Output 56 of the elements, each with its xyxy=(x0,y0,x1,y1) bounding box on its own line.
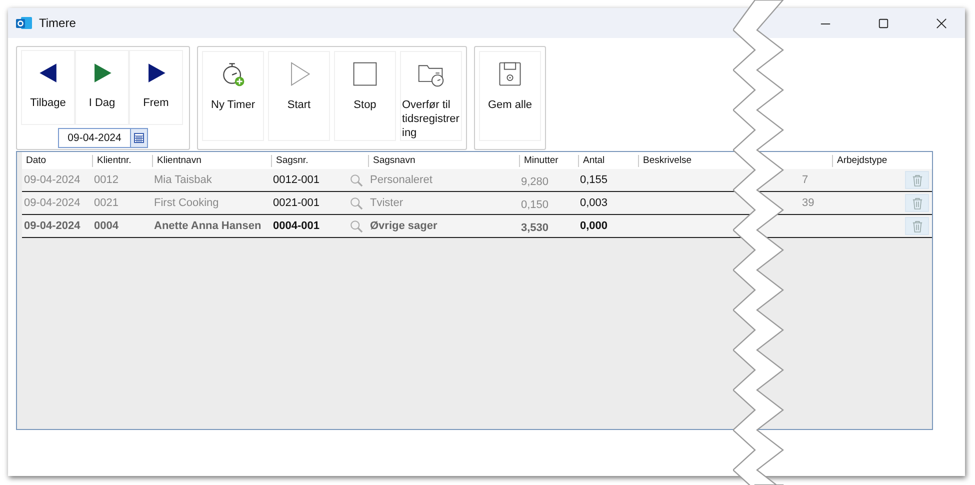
table-cell-text: 0012 xyxy=(93,174,120,186)
toolbar-button[interactable]: Ny Timer xyxy=(202,51,264,141)
square-icon xyxy=(351,60,379,88)
trash-icon xyxy=(912,220,922,232)
table-cell-text: 0,150 xyxy=(520,198,550,210)
save-button[interactable]: Gem alle xyxy=(479,51,541,141)
toolbar-button[interactable]: Start xyxy=(268,51,330,141)
table-cell-text: 0,003 xyxy=(579,197,609,209)
table-cell-text: 0,000 xyxy=(579,220,609,232)
table-cell-text: First Cooking xyxy=(153,197,220,209)
nav-button[interactable]: Frem xyxy=(129,50,183,125)
table-cell-text: 09-04-2024 xyxy=(23,197,82,209)
table-cell-text: Personaleret xyxy=(369,174,434,186)
column-header[interactable]: Sagsnavn xyxy=(368,154,519,166)
table-cell-text: Mia Taisbak xyxy=(153,174,213,186)
table-cell-text: Anette Anna Hansen xyxy=(153,220,262,232)
trash-icon xyxy=(912,196,922,210)
table-cell-text: 3,530 xyxy=(520,220,550,234)
close-icon[interactable] xyxy=(936,18,947,28)
calendar-icon[interactable] xyxy=(130,129,147,147)
column-header[interactable]: Minutter xyxy=(519,154,578,166)
search-icon[interactable] xyxy=(350,174,363,186)
table-cell-text: 0021-001 xyxy=(272,197,320,209)
table-cell-text: 0012-001 xyxy=(272,174,320,186)
column-header[interactable]: Dato xyxy=(22,154,92,166)
window-title: Timere xyxy=(39,16,76,30)
search-icon[interactable] xyxy=(350,196,363,210)
column-header[interactable]: Sagsnr. xyxy=(271,154,345,166)
table-cell-text: 09-04-2024 xyxy=(23,174,82,186)
date-field[interactable]: 09-04-2024 xyxy=(58,128,148,148)
delete-button[interactable] xyxy=(905,171,929,189)
trash-icon xyxy=(912,174,922,186)
delete-button[interactable] xyxy=(905,217,929,235)
table-cell-text: 39 xyxy=(801,197,816,209)
table-cell-text: Tvister xyxy=(369,197,404,209)
app-logo-icon xyxy=(16,15,32,31)
table-cell-text: Øvrige sager xyxy=(369,220,438,232)
search-icon[interactable] xyxy=(350,220,363,232)
table-cell-text: 0004-001 xyxy=(272,220,320,232)
column-header[interactable]: Klientnr. xyxy=(92,154,152,166)
table-cell-text: 0,155 xyxy=(579,174,609,186)
toolbar-button[interactable]: Overfør til tidsregistrering xyxy=(400,51,462,141)
table-cell-text: 09-04-2024 xyxy=(23,220,82,232)
column-header[interactable]: Klientnavn xyxy=(152,154,271,166)
maximize-icon[interactable] xyxy=(878,18,889,28)
table-cell-text: 9,280 xyxy=(520,174,550,188)
nav-button[interactable]: I Dag xyxy=(75,50,129,125)
table-cell-text: 0004 xyxy=(93,220,120,232)
toolbar-button[interactable]: Stop xyxy=(334,51,396,141)
column-header[interactable]: Arbejdstype xyxy=(832,154,903,166)
nav-button[interactable]: Tilbage xyxy=(21,50,75,125)
table-cell-text: 0021 xyxy=(93,197,120,209)
column-header[interactable]: Beskrivelse xyxy=(638,154,735,166)
delete-button[interactable] xyxy=(905,194,929,212)
column-header[interactable]: Antal xyxy=(578,154,638,166)
table-cell-text: 7 xyxy=(801,174,810,186)
